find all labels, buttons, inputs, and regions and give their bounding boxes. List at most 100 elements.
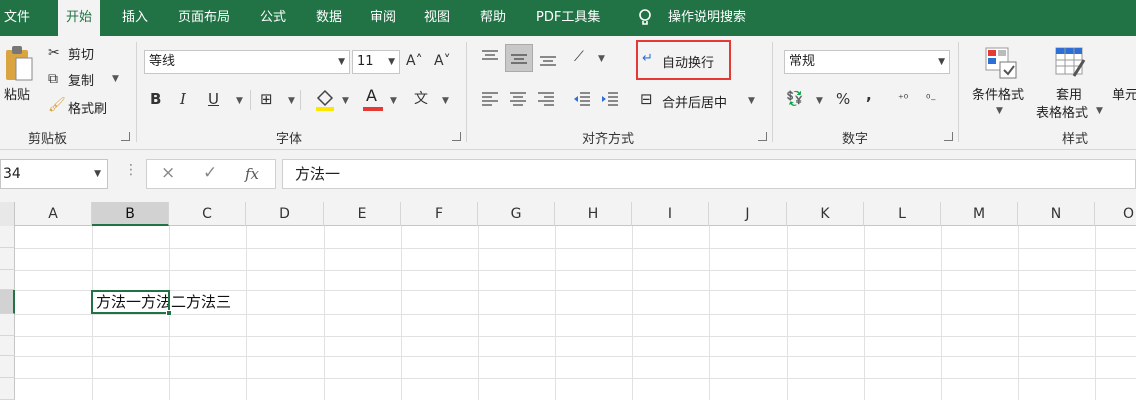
column-header-n[interactable]: N [1018, 202, 1095, 226]
merge-center-button[interactable]: 合并后居中 [662, 92, 727, 111]
row-header[interactable] [0, 336, 15, 356]
increase-indent-icon[interactable] [600, 90, 620, 108]
column-header-b[interactable]: B [92, 202, 169, 226]
font-launcher-icon[interactable] [452, 132, 461, 141]
column-header-g[interactable]: G [478, 202, 555, 226]
phonetic-button[interactable]: 文 [414, 88, 428, 110]
copy-button[interactable]: 复制 [68, 70, 94, 89]
gridline [246, 226, 247, 400]
tab-view[interactable]: 视图 [424, 0, 450, 36]
row-header[interactable] [0, 378, 15, 400]
column-header-k[interactable]: K [787, 202, 864, 226]
increase-font-button[interactable]: A˄ [406, 50, 423, 72]
number-format-combo[interactable]: 常规 ▼ [784, 50, 950, 74]
border-dropdown-icon[interactable]: ▼ [288, 96, 295, 106]
column-header-h[interactable]: H [555, 202, 632, 226]
format-painter-button[interactable]: 格式刷 [68, 98, 107, 117]
column-header-j[interactable]: J [709, 202, 787, 226]
column-header-e[interactable]: E [324, 202, 401, 226]
row-header[interactable] [0, 314, 15, 336]
column-header-f[interactable]: F [401, 202, 478, 226]
formula-input[interactable]: 方法一 [282, 159, 1136, 189]
column-header-a[interactable]: A [15, 202, 92, 226]
number-launcher-icon[interactable] [944, 132, 953, 141]
enter-icon[interactable]: ✓ [203, 163, 217, 183]
tab-review[interactable]: 审阅 [370, 0, 396, 36]
merge-dropdown-icon[interactable]: ▼ [748, 96, 755, 106]
align-left-icon[interactable] [480, 90, 500, 108]
align-top-icon[interactable] [480, 48, 500, 66]
cell-styles-button[interactable]: 单元 [1112, 84, 1136, 103]
table-format-dropdown-icon[interactable]: ▼ [1096, 106, 1103, 116]
table-format-button-line1[interactable]: 套用 [1056, 84, 1082, 103]
increase-decimal-icon[interactable]: ⁺⁰ [898, 88, 908, 110]
conditional-format-button[interactable]: 条件格式 [972, 84, 1024, 103]
font-color-dropdown-icon[interactable]: ▼ [390, 96, 397, 106]
alignment-launcher-icon[interactable] [758, 132, 767, 141]
tell-me-search[interactable]: 操作说明搜索 [668, 0, 746, 36]
tab-page-layout[interactable]: 页面布局 [178, 0, 230, 36]
cut-button[interactable]: 剪切 [68, 44, 94, 63]
select-all-corner[interactable] [0, 202, 15, 226]
tab-data[interactable]: 数据 [316, 0, 342, 36]
gridline [15, 270, 1136, 271]
currency-dropdown-icon[interactable]: ▼ [816, 96, 823, 106]
orientation-icon[interactable]: ⟋ [574, 46, 584, 68]
comma-button[interactable]: , [866, 84, 872, 106]
format-painter-icon: 🖌 [48, 97, 66, 113]
cancel-icon[interactable]: × [161, 163, 175, 183]
gridline [787, 226, 788, 400]
tab-insert[interactable]: 插入 [122, 0, 148, 36]
tab-formulas[interactable]: 公式 [260, 0, 286, 36]
name-box[interactable]: 34 ▼ [0, 159, 108, 189]
border-icon[interactable]: ⊞ [260, 88, 273, 110]
align-center-icon[interactable] [508, 90, 528, 108]
italic-button[interactable]: I [180, 88, 186, 110]
row-header[interactable] [0, 226, 15, 248]
wrap-text-button[interactable]: 自动换行 [662, 52, 714, 71]
column-header-d[interactable]: D [246, 202, 324, 226]
row-header[interactable] [0, 356, 15, 378]
row-header-selected[interactable] [0, 290, 15, 314]
tab-file[interactable]: 文件 [4, 0, 30, 36]
percent-button[interactable]: % [836, 88, 850, 110]
phonetic-dropdown-icon[interactable]: ▼ [442, 96, 449, 106]
decrease-font-button[interactable]: A˅ [434, 50, 451, 72]
currency-icon[interactable]: 💱 [786, 88, 803, 110]
insert-function-icon[interactable]: fx [245, 165, 259, 183]
underline-button[interactable]: U [208, 88, 219, 110]
row-header[interactable] [0, 270, 15, 290]
font-color-button[interactable]: A [362, 86, 384, 112]
paste-button[interactable]: 粘贴 [4, 84, 30, 103]
column-header-o[interactable]: O [1095, 202, 1136, 226]
fill-handle[interactable] [166, 310, 172, 316]
column-header-i[interactable]: I [632, 202, 709, 226]
fill-color-dropdown-icon[interactable]: ▼ [342, 96, 349, 106]
active-cell-b4[interactable] [91, 290, 170, 314]
table-format-button-line2[interactable]: 表格格式 [1036, 102, 1088, 121]
tab-home[interactable]: 开始 [58, 0, 101, 36]
tab-pdf-tools[interactable]: PDF工具集 [536, 0, 600, 36]
orientation-dropdown-icon[interactable]: ▼ [598, 54, 605, 64]
column-header-m[interactable]: M [941, 202, 1018, 226]
align-right-icon[interactable] [536, 90, 556, 108]
divider [250, 90, 251, 110]
align-middle-button[interactable] [505, 44, 533, 72]
copy-dropdown-icon[interactable]: ▼ [112, 74, 119, 84]
decrease-decimal-icon[interactable]: ⁰₋ [926, 88, 936, 110]
column-header-c[interactable]: C [169, 202, 246, 226]
clipboard-launcher-icon[interactable] [121, 132, 130, 141]
underline-dropdown-icon[interactable]: ▼ [236, 96, 243, 106]
fill-color-icon[interactable] [314, 88, 336, 112]
font-name-combo[interactable]: 等线 ▼ [144, 50, 350, 74]
decrease-indent-icon[interactable] [572, 90, 592, 108]
font-size-combo[interactable]: 11 ▼ [352, 50, 400, 74]
align-bottom-icon[interactable] [538, 50, 558, 68]
conditional-format-icon [985, 47, 1017, 79]
column-header-l[interactable]: L [864, 202, 941, 226]
bold-button[interactable]: B [150, 88, 161, 110]
row-header[interactable] [0, 248, 15, 270]
vertical-dots-icon[interactable]: ⋮ [124, 162, 138, 178]
tab-help[interactable]: 帮助 [480, 0, 506, 36]
conditional-format-dropdown-icon[interactable]: ▼ [996, 106, 1003, 116]
